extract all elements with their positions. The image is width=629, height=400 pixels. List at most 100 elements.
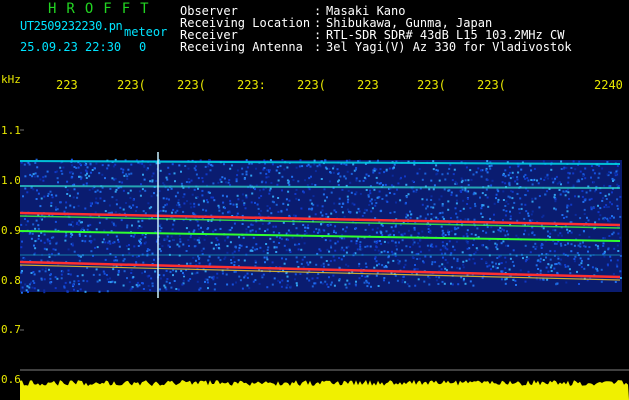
noise-speck [307, 263, 310, 266]
noise-speck [350, 240, 353, 243]
noise-speck [76, 275, 79, 278]
noise-speck [114, 224, 117, 227]
noise-speck [358, 265, 360, 268]
noise-speck [450, 266, 453, 269]
noise-speck [86, 166, 89, 169]
noise-speck [320, 223, 322, 226]
noise-speck [172, 269, 175, 272]
noise-speck [411, 251, 414, 254]
noise-speck [435, 173, 438, 176]
noise-speck [295, 197, 298, 200]
noise-speck [90, 202, 93, 205]
noise-speck [216, 272, 219, 275]
noise-speck [406, 283, 409, 286]
noise-speck [60, 273, 63, 276]
noise-speck [269, 159, 272, 162]
noise-speck [81, 221, 83, 224]
noise-speck [393, 211, 396, 214]
noise-speck [566, 210, 569, 213]
noise-speck [395, 244, 398, 247]
noise-speck [511, 206, 514, 209]
noise-speck [56, 208, 59, 211]
noise-speck [150, 277, 153, 280]
noise-speck [247, 225, 250, 228]
noise-speck [540, 243, 543, 245]
noise-speck [584, 198, 587, 201]
noise-speck [582, 241, 584, 244]
noise-speck [432, 206, 435, 209]
noise-speck [539, 269, 542, 272]
noise-speck [36, 175, 39, 178]
noise-speck [229, 167, 232, 170]
noise-speck [363, 211, 366, 214]
noise-speck [465, 259, 468, 262]
noise-speck [308, 279, 311, 282]
noise-speck [295, 282, 298, 285]
noise-speck [233, 270, 236, 273]
noise-speck [422, 260, 424, 263]
noise-speck [465, 240, 468, 243]
noise-speck [254, 201, 256, 204]
noise-speck [371, 207, 374, 210]
noise-speck [25, 289, 28, 292]
noise-speck [246, 276, 249, 279]
noise-speck [487, 205, 490, 208]
noise-speck [329, 260, 332, 263]
noise-speck [187, 178, 190, 180]
noise-speck [370, 198, 373, 201]
noise-speck [117, 273, 120, 276]
noise-speck [388, 167, 391, 170]
noise-speck [359, 243, 362, 246]
noise-speck [178, 205, 181, 208]
noise-speck [265, 172, 268, 175]
noise-speck [271, 163, 274, 166]
noise-speck [317, 272, 320, 275]
noise-speck [306, 277, 309, 280]
noise-speck [579, 170, 582, 173]
noise-speck [519, 197, 522, 200]
noise-speck [489, 217, 492, 220]
noise-speck [48, 240, 51, 242]
noise-speck [126, 224, 129, 227]
noise-speck [534, 242, 537, 245]
noise-speck [251, 224, 254, 226]
noise-speck [574, 195, 576, 198]
noise-speck [350, 191, 353, 194]
noise-speck [176, 243, 179, 246]
noise-speck [218, 206, 221, 209]
noise-speck [496, 243, 498, 246]
noise-speck [73, 206, 76, 209]
noise-speck [543, 179, 546, 181]
noise-speck [611, 177, 614, 180]
noise-speck [323, 188, 326, 191]
noise-speck [260, 209, 263, 212]
noise-speck [374, 199, 377, 201]
noise-speck [90, 171, 92, 174]
noise-speck [292, 214, 295, 217]
noise-speck [235, 203, 238, 206]
noise-speck [608, 193, 611, 196]
amplitude-trace [20, 380, 629, 400]
noise-speck [219, 227, 222, 230]
noise-speck [394, 225, 397, 228]
noise-speck [81, 274, 84, 277]
noise-speck [340, 258, 343, 261]
noise-speck [409, 246, 412, 248]
noise-speck [208, 276, 211, 279]
noise-speck [366, 281, 369, 284]
noise-speck [502, 209, 505, 212]
noise-speck [354, 283, 357, 286]
noise-speck [427, 225, 430, 228]
noise-speck [147, 284, 150, 287]
noise-speck [362, 179, 365, 182]
noise-speck [70, 223, 72, 226]
noise-speck [213, 288, 216, 291]
noise-speck [587, 219, 590, 222]
noise-speck [472, 257, 475, 260]
noise-speck [354, 193, 357, 196]
noise-speck [392, 229, 395, 232]
noise-speck [498, 263, 501, 266]
noise-speck [132, 276, 135, 278]
noise-speck [553, 242, 556, 245]
noise-speck [486, 160, 489, 163]
